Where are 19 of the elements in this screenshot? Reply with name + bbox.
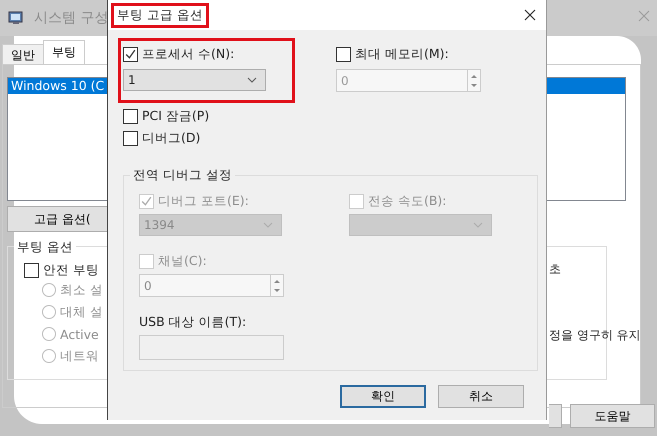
checkbox-label: 최대 메모리(M): [355, 46, 449, 62]
checkbox-label: 안전 부팅 [43, 262, 99, 278]
checkbox-label: PCI 잠금(P) [142, 108, 210, 124]
field-label: USB 대상 이름(T): [139, 313, 248, 330]
radio-label: Active [60, 326, 99, 342]
radio-label: 대체 설 [60, 304, 103, 320]
radio-label: 최소 설 [60, 282, 103, 298]
text-fragment: 정을 영구히 유지 [549, 327, 641, 344]
checkbox-label: 전송 속도(B): [368, 192, 447, 210]
window-title: 시스템 구성 [34, 9, 108, 27]
radio-label: 네트워 [60, 348, 99, 364]
checkbox-label: 디버그 포트(E): [158, 192, 249, 210]
group-title: 전역 디버그 설정 [130, 167, 235, 184]
text-fragment: 초 [549, 261, 561, 278]
checkbox-label: 디버그(D) [142, 130, 200, 146]
checkbox-label: 채널(C): [158, 252, 207, 270]
dialog-title: 부팅 고급 옵션 [113, 4, 207, 26]
checkbox-label: 프로세서 수(N): [142, 46, 234, 62]
group-title: 부팅 옵션 [14, 239, 76, 256]
